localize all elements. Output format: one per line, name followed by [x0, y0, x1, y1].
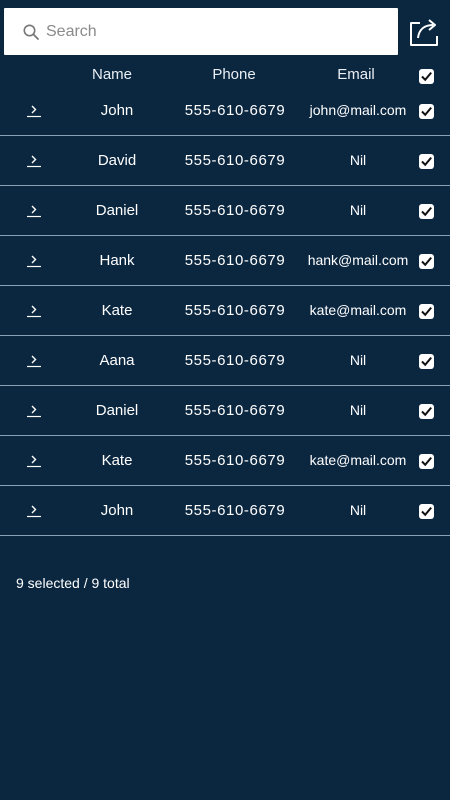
contact-name: Daniel — [95, 402, 139, 419]
table-row[interactable]: David 555-610-6679 Nil — [0, 136, 450, 186]
row-checkbox[interactable] — [419, 354, 434, 369]
table-row[interactable]: Aana 555-610-6679 Nil — [0, 336, 450, 386]
table-row[interactable]: John 555-610-6679 Nil — [0, 486, 450, 536]
contact-email: hank@mail.com — [307, 252, 409, 268]
table-row[interactable]: John 555-610-6679 john@mail.com — [0, 87, 450, 136]
contact-phone: 555-610-6679 — [184, 252, 286, 269]
contact-name: Hank — [99, 252, 135, 269]
check-icon — [421, 306, 432, 317]
row-checkbox[interactable] — [419, 504, 434, 519]
search-box[interactable] — [4, 8, 398, 55]
check-icon — [421, 71, 432, 82]
chevron-right-icon[interactable] — [26, 252, 42, 268]
row-checkbox[interactable] — [419, 104, 434, 119]
contact-phone: 555-610-6679 — [184, 152, 286, 169]
contact-email: Nil — [349, 152, 367, 168]
chevron-right-icon[interactable] — [26, 502, 42, 518]
column-header-name: Name — [91, 66, 132, 83]
check-icon — [421, 156, 432, 167]
contact-name: David — [97, 152, 137, 169]
contact-name: Kate — [101, 302, 133, 319]
chevron-right-icon[interactable] — [26, 352, 42, 368]
table-row[interactable]: Hank 555-610-6679 hank@mail.com — [0, 236, 450, 286]
contact-email: Nil — [349, 202, 367, 218]
check-icon — [421, 356, 432, 367]
contact-name: Kate — [101, 452, 133, 469]
row-checkbox[interactable] — [419, 404, 434, 419]
share-icon[interactable] — [406, 14, 442, 50]
search-icon — [23, 24, 39, 40]
contact-phone: 555-610-6679 — [184, 302, 286, 319]
check-icon — [421, 256, 432, 267]
column-header-email: Email — [337, 66, 375, 83]
contact-email: john@mail.com — [309, 102, 407, 118]
contact-email: Nil — [349, 502, 367, 518]
chevron-right-icon[interactable] — [26, 152, 42, 168]
selection-status: 9 selected / 9 total — [16, 575, 130, 591]
contact-email: Nil — [349, 402, 367, 418]
contact-phone: 555-610-6679 — [184, 502, 286, 519]
contact-phone: 555-610-6679 — [184, 352, 286, 369]
contact-name: John — [100, 102, 134, 119]
row-checkbox[interactable] — [419, 454, 434, 469]
chevron-right-icon[interactable] — [26, 402, 42, 418]
contact-phone: 555-610-6679 — [184, 102, 286, 119]
row-checkbox[interactable] — [419, 204, 434, 219]
check-icon — [421, 206, 432, 217]
contact-email: kate@mail.com — [309, 452, 407, 468]
table-row[interactable]: Kate 555-610-6679 kate@mail.com — [0, 286, 450, 336]
contact-phone: 555-610-6679 — [184, 402, 286, 419]
contact-phone: 555-610-6679 — [184, 452, 286, 469]
table-row[interactable]: Daniel 555-610-6679 Nil — [0, 386, 450, 436]
contact-name: Aana — [99, 352, 135, 369]
table-row[interactable]: Kate 555-610-6679 kate@mail.com — [0, 436, 450, 486]
check-icon — [421, 456, 432, 467]
contact-phone: 555-610-6679 — [184, 202, 286, 219]
search-input[interactable] — [44, 8, 386, 55]
table-row[interactable]: Daniel 555-610-6679 Nil — [0, 186, 450, 236]
contact-list: John 555-610-6679 john@mail.com David 555-61… — [0, 87, 450, 536]
select-all-checkbox[interactable] — [419, 69, 434, 84]
table-header: Name Phone Email — [0, 62, 450, 90]
contact-email: Nil — [349, 352, 367, 368]
check-icon — [421, 406, 432, 417]
row-checkbox[interactable] — [419, 304, 434, 319]
chevron-right-icon[interactable] — [26, 102, 42, 118]
top-bar — [0, 0, 450, 62]
contact-email: kate@mail.com — [309, 302, 407, 318]
row-checkbox[interactable] — [419, 254, 434, 269]
check-icon — [421, 506, 432, 517]
contact-name: Daniel — [95, 202, 139, 219]
contact-name: John — [100, 502, 134, 519]
chevron-right-icon[interactable] — [26, 452, 42, 468]
check-icon — [421, 106, 432, 117]
row-checkbox[interactable] — [419, 154, 434, 169]
column-header-phone: Phone — [212, 66, 256, 83]
chevron-right-icon[interactable] — [26, 202, 42, 218]
chevron-right-icon[interactable] — [26, 302, 42, 318]
